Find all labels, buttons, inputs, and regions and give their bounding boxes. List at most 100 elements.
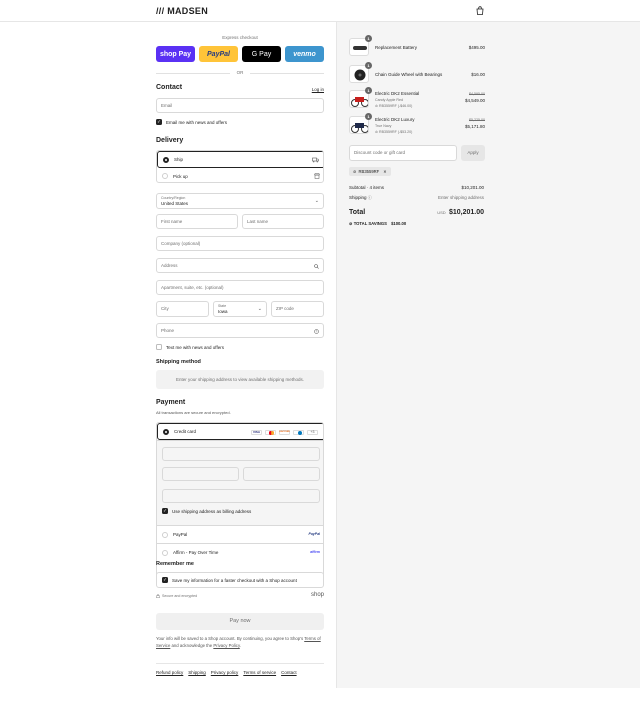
item-discount: ⊘ RB3559RF (-$46.00) (375, 103, 413, 108)
save-info-checkbox[interactable]: ✓ Save my information for a faster check… (162, 577, 297, 583)
country-select[interactable]: Country/Region United States ⌄ (156, 193, 324, 209)
chevron-down-icon: ⌄ (257, 306, 262, 312)
address-field[interactable]: Address (156, 258, 324, 273)
delivery-heading: Delivery (156, 137, 184, 144)
header: /// MADSEN (0, 0, 640, 22)
bag-icon[interactable] (476, 6, 484, 15)
remember-me-box: ✓ Save my information for a faster check… (156, 572, 324, 588)
footer-links: Refund policy Shipping Privacy policy Te… (156, 670, 297, 675)
city-field[interactable]: City (156, 301, 209, 317)
quantity-badge: 1 (365, 113, 372, 120)
last-name-field[interactable]: Last name (242, 214, 324, 229)
quantity-badge: 1 (365, 87, 372, 94)
item-name: Chain Guide Wheel with Bearings (375, 72, 443, 77)
cart-item: 1 Electric DK2 Luxury True Navy ⊘ RB3559… (349, 113, 485, 138)
help-icon[interactable]: ⓘ (368, 195, 372, 200)
discount-code-field[interactable]: Discount code or gift card (349, 145, 457, 161)
payment-subtitle: All transactions are secure and encrypte… (156, 410, 231, 415)
shipping-row: Shipping ⓘ Enter shipping address (349, 195, 484, 200)
affirm-option[interactable]: Affirm - Pay Over Time affirm (157, 543, 323, 561)
search-icon (314, 264, 319, 269)
express-checkout-title: Express checkout (222, 35, 258, 40)
payment-methods: Credit card VISA DISCOVER +3 ✓ Use shipp… (156, 422, 324, 577)
card-number-field[interactable] (162, 447, 320, 461)
login-link[interactable]: Log in (312, 87, 324, 92)
visa-icon: VISA (251, 429, 262, 435)
original-price: $4,595.00 (469, 92, 485, 96)
total-amount: $10,201.00 (448, 209, 484, 216)
paypal-button[interactable]: PayPal (199, 46, 238, 62)
google-pay-button[interactable]: G Pay (242, 46, 281, 62)
item-price: $495.00 (468, 45, 485, 50)
applied-discount-tag: ⊘ RB3559RF ✕ (349, 167, 391, 176)
phone-field[interactable]: Phone ? (156, 323, 324, 338)
contact-link[interactable]: Contact (281, 670, 297, 675)
chevron-down-icon: ⌄ (314, 198, 319, 204)
more-brands-badge: +3 (307, 429, 318, 435)
item-price: $16.00 (471, 72, 485, 77)
remove-discount-icon[interactable]: ✕ (383, 169, 387, 174)
apartment-field[interactable]: Apartment, suite, etc. (optional) (156, 280, 324, 295)
email-news-checkbox[interactable]: ✓ Email me with news and offers (156, 119, 227, 125)
delivery-options: Ship Pick up (156, 150, 324, 183)
item-name: Replacement Battery (375, 45, 418, 50)
store-icon (314, 173, 320, 179)
item-price: $4,549.00 (464, 97, 485, 103)
discover-icon: DISCOVER (279, 429, 290, 435)
first-name-field[interactable]: First name (156, 214, 238, 229)
paypal-option[interactable]: PayPal PayPal (157, 525, 323, 543)
apply-button[interactable]: Apply (461, 145, 485, 161)
security-code-field[interactable] (243, 467, 320, 481)
pay-now-button[interactable]: Pay now (156, 613, 324, 630)
shipping-method-note: Enter your shipping address to view avai… (156, 370, 324, 389)
quantity-badge: 1 (365, 62, 372, 69)
paypal-logo: PayPal (308, 532, 320, 536)
subtotal-row: Subtotal · 4 items $10,201.00 (349, 185, 484, 190)
company-field[interactable]: Company (optional) (156, 236, 324, 251)
name-on-card-field[interactable] (162, 489, 320, 503)
item-price: $5,171.80 (464, 123, 485, 129)
tag-icon: ⊘ (353, 169, 357, 174)
remember-me-heading: Remember me (156, 561, 194, 567)
billing-same-checkbox[interactable]: ✓ Use shipping address as billing addres… (162, 508, 251, 514)
diners-icon (293, 429, 304, 435)
payment-heading: Payment (156, 399, 186, 406)
venmo-button[interactable]: venmo (285, 46, 324, 62)
item-name: Electric DK2 Luxury (375, 117, 415, 122)
credit-card-option[interactable]: Credit card VISA DISCOVER +3 (157, 423, 323, 440)
item-variant: True Navy (375, 124, 392, 128)
item-discount: ⊘ RB3559RF (-$53.20) (375, 129, 413, 134)
mastercard-icon (265, 429, 276, 435)
help-icon[interactable]: ? (314, 329, 319, 334)
shipping-method-heading: Shipping method (156, 359, 201, 365)
shipping-link[interactable]: Shipping (188, 670, 206, 675)
ship-option[interactable]: Ship (157, 151, 323, 168)
truck-icon (312, 157, 319, 163)
state-select[interactable]: State Iowa ⌄ (213, 301, 267, 317)
original-price: $5,225.00 (469, 118, 485, 122)
or-divider: OR (156, 70, 324, 76)
expiration-field[interactable] (162, 467, 239, 481)
checkbox-checked[interactable]: ✓ (156, 119, 162, 125)
privacy-policy-link[interactable]: Privacy policy (211, 670, 239, 675)
total-row: Total USD $10,201.00 (349, 209, 484, 216)
secure-note: Secure and encrypted (156, 594, 197, 598)
shop-logo: shop (310, 592, 324, 598)
pickup-option[interactable]: Pick up (157, 168, 323, 182)
shop-pay-button[interactable]: shop Pay (156, 46, 195, 62)
cart-item: 1 Replacement Battery $495.00 (349, 35, 485, 58)
privacy-policy-link[interactable]: Privacy Policy (213, 643, 239, 648)
legal-text: Your info will be saved to a Shop accoun… (156, 636, 321, 648)
cart-item: 1 Electric DK2 Essential Candy Apple Red… (349, 87, 485, 112)
madsen-logo[interactable]: /// MADSEN (156, 6, 208, 16)
zip-field[interactable]: ZIP code (271, 301, 324, 317)
refund-policy-link[interactable]: Refund policy (156, 670, 183, 675)
lock-icon (156, 594, 160, 598)
quantity-badge: 1 (365, 35, 372, 42)
email-field[interactable]: Email (156, 98, 324, 113)
cart-item: 1 Chain Guide Wheel with Bearings $16.00 (349, 62, 485, 85)
text-news-checkbox[interactable]: Text me with news and offers (156, 344, 224, 350)
terms-of-service-link[interactable]: Terms of service (243, 670, 276, 675)
total-savings-row: ⊘ TOTAL SAVINGS $100.00 (349, 221, 407, 226)
footer-divider (156, 663, 324, 664)
